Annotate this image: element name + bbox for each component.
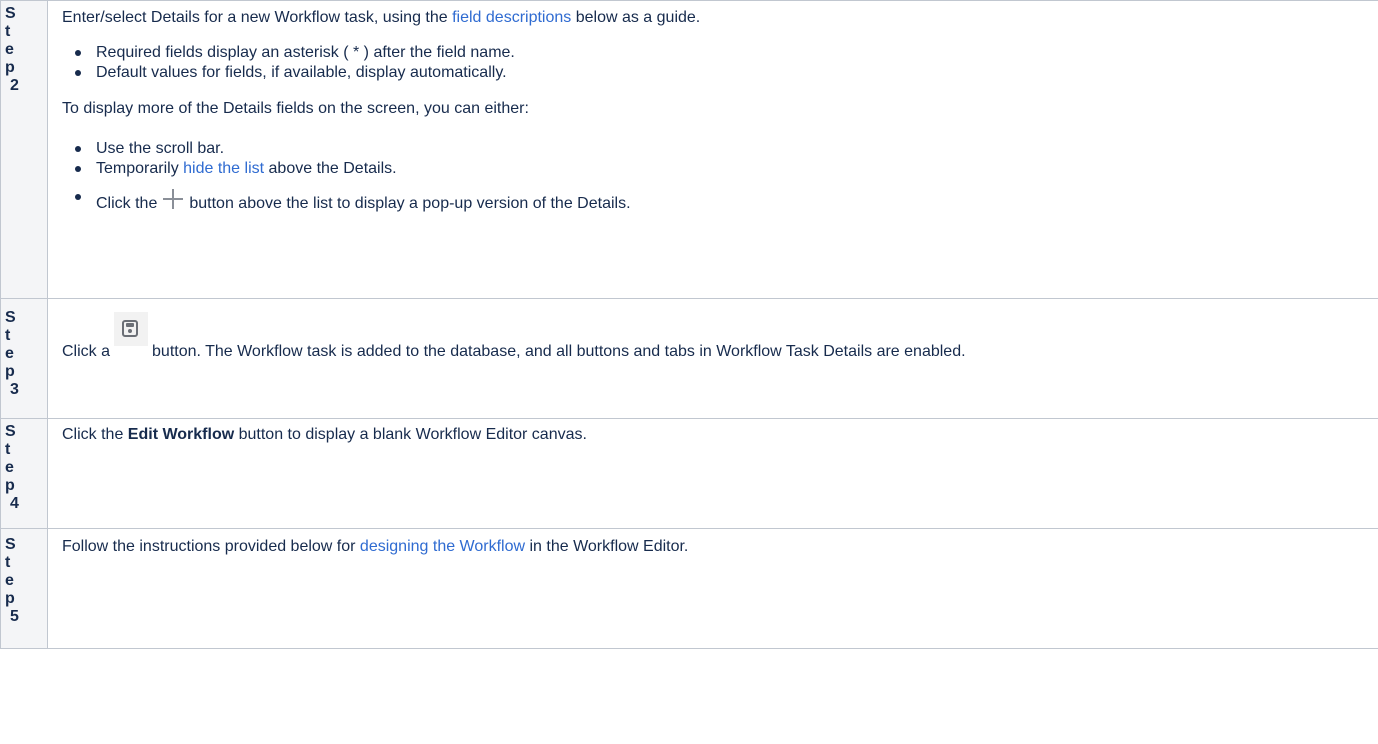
step-content-3: Click a button. The Workflow task is adde… [47,298,1378,419]
list-item: Click the button above the list to displa… [75,187,1377,214]
step-label-char: S [5,309,16,326]
step-label-char: p [5,363,15,380]
step-label-3: S t e p 3 [0,298,48,419]
list-item: Required fields display an asterisk ( * … [75,43,1377,63]
step-label-char: 5 [10,608,19,625]
step-row-2: S t e p 2 Enter/select Details for a new… [0,0,1378,299]
steps-table: S t e p 2 Enter/select Details for a new… [0,0,1378,649]
step-label-char: e [5,345,14,362]
step-label-4: S t e p 4 [0,418,48,529]
step-label-char: S [5,5,16,22]
step-label-char: t [5,441,11,458]
step-2-intro: Enter/select Details for a new Workflow … [62,9,701,26]
save-icon [114,312,149,346]
list-item: Use the scroll bar. [75,139,1377,159]
step-label-2: S t e p 2 [0,0,48,299]
step-label-5: S t e p 5 [0,528,48,649]
plus-icon [161,187,185,211]
step-4-text: Click the Edit Workflow button to displa… [62,426,587,443]
step-label-char: p [5,477,15,494]
step-content-5: Follow the instructions provided below f… [47,528,1378,649]
list-item: Temporarily hide the list above the Deta… [75,159,1377,179]
step-label-char: 2 [10,77,19,94]
step-label-char: t [5,23,11,40]
step-row-4: S t e p 4 Click the Edit Workflow button… [0,418,1378,529]
step-label-char: t [5,554,11,571]
step-label-char: p [5,59,15,76]
field-descriptions-link[interactable]: field descriptions [452,9,571,26]
step-2-bullets-1: Required fields display an asterisk ( * … [62,43,1377,83]
step-content-2: Enter/select Details for a new Workflow … [47,0,1378,299]
step-label-char: e [5,41,14,58]
step-row-5: S t e p 5 Follow the instructions provid… [0,528,1378,649]
step-3-text: Click a button. The Workflow task is adde… [62,312,1377,362]
step-label-char: e [5,572,14,589]
step-label-char: S [5,536,16,553]
step-label-char: S [5,423,16,440]
hide-the-list-link[interactable]: hide the list [183,160,264,177]
step-2-bullets-2: Use the scroll bar. Temporarily hide the… [62,139,1377,179]
step-5-text: Follow the instructions provided below f… [62,538,689,555]
step-content-4: Click the Edit Workflow button to displa… [47,418,1378,529]
edit-workflow-label: Edit Workflow [127,426,235,443]
step-2-bullets-3: Click the button above the list to displa… [62,187,1377,214]
step-row-3: S t e p 3 Click a button. The Workflow ta… [0,298,1378,419]
step-2-para-2: To display more of the Details fields on… [62,100,529,117]
step-label-char: t [5,327,11,344]
step-label-char: p [5,590,15,607]
designing-the-workflow-link[interactable]: designing the Workflow [360,538,525,555]
step-label-char: 3 [10,381,19,398]
step-label-char: e [5,459,14,476]
list-item: Default values for fields, if available,… [75,63,1377,83]
step-label-char: 4 [10,495,19,512]
